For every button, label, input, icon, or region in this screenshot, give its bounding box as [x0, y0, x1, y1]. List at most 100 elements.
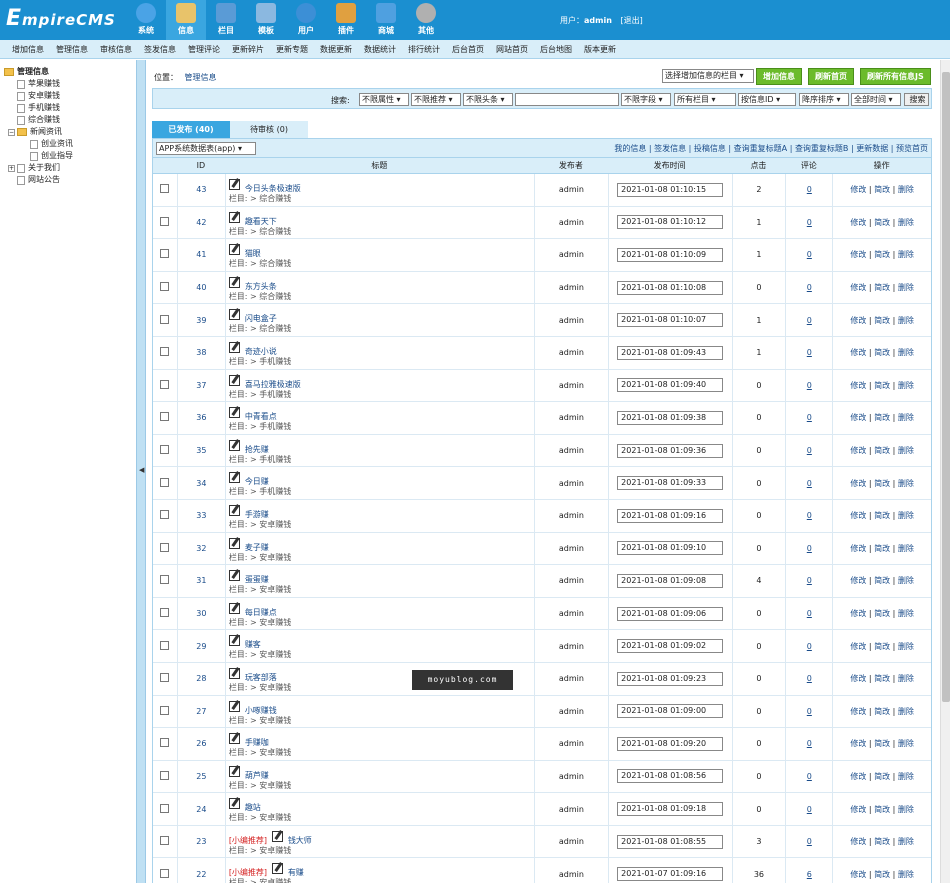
- row-id[interactable]: 41: [196, 250, 206, 259]
- row-checkbox[interactable]: [160, 575, 170, 585]
- nav-template-window[interactable]: 模板: [246, 0, 286, 40]
- row-checkbox[interactable]: [160, 770, 170, 780]
- op-delete[interactable]: 删除: [898, 184, 914, 195]
- op-quick-edit[interactable]: 简改: [874, 575, 890, 586]
- search-input[interactable]: [515, 93, 619, 106]
- nav-tools[interactable]: 插件: [326, 0, 366, 40]
- tree-item-announcement[interactable]: 网站公告: [4, 174, 132, 186]
- submenu-item[interactable]: 更新碎片: [232, 44, 264, 55]
- op-quick-edit[interactable]: 简改: [874, 315, 890, 326]
- tree-item[interactable]: 综合赚钱: [4, 114, 132, 126]
- edit-doc-icon[interactable]: [228, 179, 240, 190]
- add-info-button[interactable]: 增加信息: [756, 68, 802, 85]
- row-time-input[interactable]: 2021-01-08 01:09:10: [617, 541, 724, 556]
- op-edit[interactable]: 修改: [850, 412, 866, 423]
- row-time-input[interactable]: 2021-01-08 01:09:00: [617, 704, 724, 719]
- order-by-select[interactable]: 按信息ID ▾: [738, 93, 796, 106]
- row-comments[interactable]: 0: [807, 381, 812, 390]
- row-id[interactable]: 40: [196, 283, 206, 292]
- op-delete[interactable]: 删除: [898, 412, 914, 423]
- op-delete[interactable]: 删除: [898, 738, 914, 749]
- op-delete[interactable]: 删除: [898, 543, 914, 554]
- submenu-item[interactable]: 管理信息: [56, 44, 88, 55]
- row-time-input[interactable]: 2021-01-08 01:09:02: [617, 639, 724, 654]
- row-id[interactable]: 36: [196, 413, 206, 422]
- op-edit[interactable]: 修改: [850, 445, 866, 456]
- row-comments[interactable]: 0: [807, 837, 812, 846]
- row-comments[interactable]: 0: [807, 250, 812, 259]
- row-checkbox[interactable]: [160, 379, 170, 389]
- op-quick-edit[interactable]: 简改: [874, 869, 890, 880]
- edit-doc-icon[interactable]: [228, 667, 240, 679]
- op-delete[interactable]: 删除: [898, 380, 914, 391]
- op-edit[interactable]: 修改: [850, 184, 866, 195]
- op-edit[interactable]: 修改: [850, 771, 866, 782]
- op-quick-edit[interactable]: 简改: [874, 738, 890, 749]
- table-link[interactable]: 更新数据: [856, 144, 888, 153]
- row-comments[interactable]: 0: [807, 739, 812, 748]
- op-delete[interactable]: 删除: [898, 804, 914, 815]
- op-delete[interactable]: 删除: [898, 673, 914, 684]
- edit-doc-icon[interactable]: [228, 635, 240, 647]
- op-quick-edit[interactable]: 简改: [874, 445, 890, 456]
- row-checkbox[interactable]: [160, 282, 170, 292]
- row-id[interactable]: 32: [196, 544, 206, 553]
- op-delete[interactable]: 删除: [898, 478, 914, 489]
- op-delete[interactable]: 删除: [898, 706, 914, 717]
- row-time-input[interactable]: 2021-01-08 01:09:16: [617, 508, 724, 523]
- tree-group-about[interactable]: + 关于我们: [4, 162, 132, 174]
- logout-link[interactable]: [退出]: [620, 16, 642, 25]
- edit-doc-icon[interactable]: [228, 472, 240, 484]
- row-comments[interactable]: 0: [807, 479, 812, 488]
- row-comments[interactable]: 0: [807, 446, 812, 455]
- row-comments[interactable]: 0: [807, 609, 812, 618]
- edit-doc-icon[interactable]: [271, 863, 283, 875]
- row-checkbox[interactable]: [160, 542, 170, 552]
- submenu-item[interactable]: 更新专题: [276, 44, 308, 55]
- row-id[interactable]: 35: [196, 446, 206, 455]
- op-delete[interactable]: 删除: [898, 510, 914, 521]
- row-comments[interactable]: 0: [807, 805, 812, 814]
- row-comments[interactable]: 6: [807, 870, 812, 879]
- sidebar-splitter[interactable]: ◀: [137, 60, 146, 883]
- row-time-input[interactable]: 2021-01-08 01:10:08: [617, 280, 724, 295]
- row-comments[interactable]: 0: [807, 316, 812, 325]
- expand-icon[interactable]: +: [8, 164, 15, 172]
- nav-globe[interactable]: 系统: [126, 0, 166, 40]
- row-time-input[interactable]: 2021-01-08 01:09:40: [617, 378, 724, 393]
- op-edit[interactable]: 修改: [850, 249, 866, 260]
- op-edit[interactable]: 修改: [850, 478, 866, 489]
- op-edit[interactable]: 修改: [850, 869, 866, 880]
- row-checkbox[interactable]: [160, 836, 170, 846]
- row-id[interactable]: 33: [196, 511, 206, 520]
- row-id[interactable]: 26: [196, 739, 206, 748]
- table-select-dropdown[interactable]: APP系统数据表(app) ▾: [156, 142, 256, 155]
- row-time-input[interactable]: 2021-01-08 01:10:07: [617, 313, 724, 328]
- op-quick-edit[interactable]: 简改: [874, 412, 890, 423]
- edit-doc-icon[interactable]: [228, 439, 240, 451]
- row-comments[interactable]: 0: [807, 185, 812, 194]
- op-delete[interactable]: 删除: [898, 217, 914, 228]
- edit-doc-icon[interactable]: [228, 374, 240, 386]
- op-edit[interactable]: 修改: [850, 706, 866, 717]
- row-id[interactable]: 42: [196, 218, 206, 227]
- op-edit[interactable]: 修改: [850, 510, 866, 521]
- row-checkbox[interactable]: [160, 868, 170, 878]
- column-select[interactable]: 所有栏目 ▾: [674, 93, 736, 106]
- edit-doc-icon[interactable]: [228, 733, 240, 745]
- op-quick-edit[interactable]: 简改: [874, 706, 890, 717]
- tree-subitem[interactable]: 创业资讯: [4, 138, 132, 150]
- row-checkbox[interactable]: [160, 314, 170, 324]
- op-quick-edit[interactable]: 简改: [874, 771, 890, 782]
- row-time-input[interactable]: 2021-01-08 01:09:38: [617, 410, 724, 425]
- op-quick-edit[interactable]: 简改: [874, 641, 890, 652]
- op-edit[interactable]: 修改: [850, 380, 866, 391]
- edit-doc-icon[interactable]: [228, 570, 240, 582]
- submenu-item[interactable]: 后台地图: [540, 44, 572, 55]
- op-edit[interactable]: 修改: [850, 315, 866, 326]
- edit-doc-icon[interactable]: [228, 407, 240, 419]
- empirecms-logo[interactable]: EmpireCMS: [6, 6, 116, 31]
- row-checkbox[interactable]: [160, 738, 170, 748]
- edit-doc-icon[interactable]: [228, 244, 240, 256]
- op-delete[interactable]: 删除: [898, 315, 914, 326]
